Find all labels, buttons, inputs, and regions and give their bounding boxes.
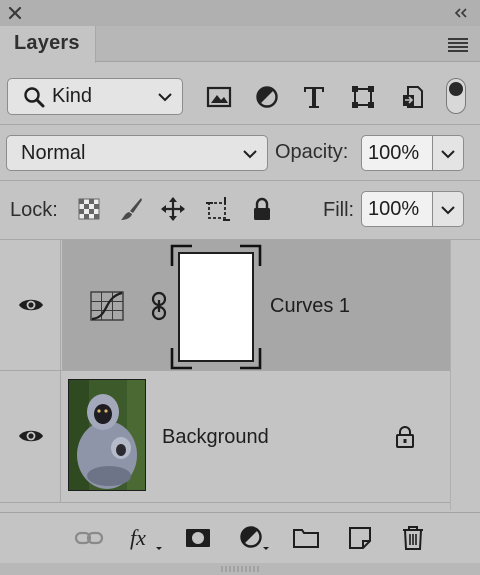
tab-layers[interactable]: Layers [0, 26, 96, 63]
fx-icon[interactable]: fx [129, 525, 163, 551]
layers-panel: Layers Kind Normal Opacity: 100% Lock: F… [0, 0, 480, 575]
visibility-column [0, 371, 61, 502]
add-mask-icon[interactable] [184, 525, 212, 551]
lock-image-pixels-icon[interactable] [118, 196, 144, 222]
filter-type-select[interactable]: Kind [7, 78, 183, 115]
shape-filter-icon[interactable] [350, 84, 376, 110]
divider [0, 502, 450, 503]
visibility-column [0, 240, 61, 370]
close-icon[interactable] [6, 4, 24, 22]
link-icon[interactable] [150, 291, 168, 321]
fill-value: 100% [368, 198, 420, 220]
new-group-icon[interactable] [292, 525, 320, 551]
layer-name[interactable]: Background [162, 426, 269, 449]
adjustment-filter-icon[interactable] [254, 84, 280, 110]
resize-grip[interactable] [0, 563, 480, 575]
chevron-down-icon [441, 150, 455, 159]
eye-icon[interactable] [18, 297, 44, 313]
lock-all-icon[interactable] [249, 196, 275, 222]
lock-transparent-pixels-icon[interactable] [76, 196, 102, 222]
layer-image-thumbnail[interactable] [68, 379, 146, 491]
type-filter-icon[interactable] [301, 84, 327, 110]
blend-mode-value: Normal [21, 142, 86, 164]
mask-selection-corners [170, 244, 262, 370]
delete-layer-icon[interactable] [401, 525, 425, 551]
layer-row-curves[interactable]: Curves 1 [0, 240, 450, 370]
search-icon [24, 87, 45, 108]
monkey-photo [69, 380, 145, 490]
tab-layers-label: Layers [14, 32, 80, 54]
layer-lock-icon[interactable] [395, 426, 415, 448]
fill-label: Fill: [323, 199, 355, 221]
panel-menu-icon[interactable] [448, 38, 468, 52]
grip-lines-icon [221, 566, 259, 572]
layers-scrollbar[interactable] [450, 240, 480, 510]
layer-row-background[interactable]: Background [0, 371, 450, 502]
new-layer-icon[interactable] [347, 525, 373, 551]
opacity-field[interactable]: 100% [361, 135, 433, 171]
divider [0, 180, 480, 181]
filter-type-value: Kind [52, 85, 93, 107]
opacity-value: 100% [368, 142, 420, 164]
curves-adjustment-icon [90, 291, 124, 321]
collapse-panel-icon[interactable] [452, 4, 470, 22]
new-adjustment-icon[interactable] [238, 525, 270, 551]
opacity-dropdown-button[interactable] [433, 135, 464, 171]
lock-label: Lock: [10, 199, 58, 221]
opacity-label: Opacity: [275, 141, 349, 163]
eye-icon[interactable] [18, 428, 44, 444]
layer-name[interactable]: Curves 1 [270, 295, 350, 318]
blend-mode-select[interactable]: Normal [6, 135, 268, 171]
tab-bar: Layers [0, 26, 480, 63]
divider [0, 124, 480, 125]
fill-dropdown-button[interactable] [433, 191, 464, 227]
pixel-filter-icon[interactable] [206, 84, 232, 110]
layers-list: Curves 1 Background [0, 240, 450, 510]
lock-position-icon[interactable] [160, 196, 186, 222]
bottom-toolbar: fx [0, 512, 480, 562]
fx-label: fx [130, 525, 146, 550]
chevron-down-icon [158, 93, 172, 102]
link-layers-icon[interactable] [74, 525, 104, 551]
chevron-down-icon [441, 206, 455, 215]
lock-artboard-icon[interactable] [205, 196, 231, 222]
smart-object-filter-icon[interactable] [399, 84, 425, 110]
filter-toggle-knob [449, 82, 463, 96]
panel-title-bar [0, 0, 480, 26]
fill-field[interactable]: 100% [361, 191, 433, 227]
filter-toggle[interactable] [446, 78, 466, 114]
chevron-down-icon [243, 150, 257, 159]
